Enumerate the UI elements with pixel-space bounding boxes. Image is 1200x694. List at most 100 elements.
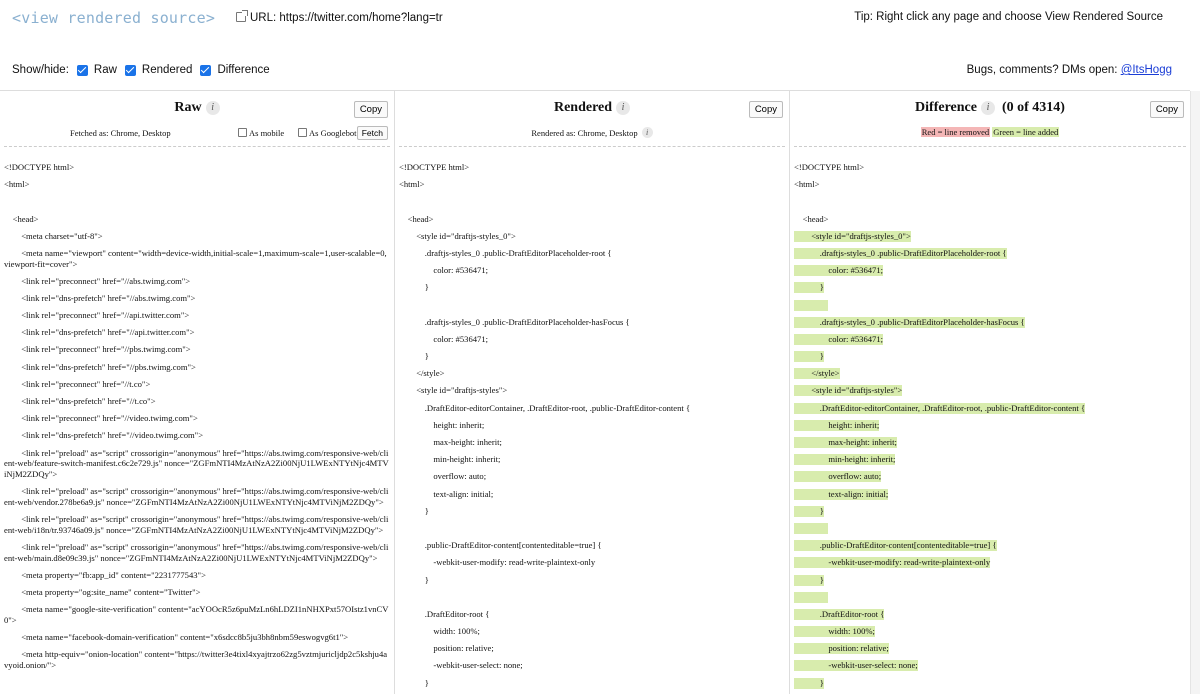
difference-toggle-label[interactable]: Difference bbox=[217, 64, 269, 76]
diff-legend: Red = line removed Green = line added bbox=[794, 127, 1186, 137]
code-line: <head> bbox=[4, 213, 39, 224]
code-line: color: #536471; bbox=[399, 333, 489, 344]
difference-title-text: Difference bbox=[915, 100, 977, 115]
code-line: </style> bbox=[399, 368, 445, 379]
code-line: } bbox=[794, 677, 824, 689]
code-line: } bbox=[399, 282, 429, 293]
as-googlebot-option[interactable]: As Googlebot bbox=[298, 128, 356, 138]
code-line: <html> bbox=[4, 179, 30, 190]
difference-checkbox[interactable] bbox=[200, 64, 212, 76]
code-line: .draftjs-styles_0 .public-DraftEditorPla… bbox=[794, 247, 1007, 259]
code-line: <!DOCTYPE html> bbox=[399, 162, 470, 172]
code-line: color: #536471; bbox=[399, 265, 489, 276]
show-hide-label: Show/hide: bbox=[12, 64, 69, 76]
raw-source-code: <!DOCTYPE html> <html> <head> <meta chars… bbox=[0, 147, 394, 670]
code-line: } bbox=[399, 677, 429, 688]
code-line: } bbox=[399, 574, 429, 585]
code-line: <!DOCTYPE html> bbox=[794, 162, 865, 172]
code-line: -webkit-user-select: none; bbox=[794, 660, 918, 672]
code-line: <html> bbox=[399, 179, 425, 190]
tip-text: Tip: Right click any page and choose Vie… bbox=[854, 11, 1163, 23]
code-line bbox=[794, 522, 828, 534]
code-line: -webkit-user-select: none; bbox=[399, 660, 523, 671]
code-line: } bbox=[794, 574, 824, 586]
legend-added: Green = line added bbox=[992, 127, 1060, 137]
raw-copy-button[interactable]: Copy bbox=[353, 101, 388, 118]
code-line: min-height: inherit; bbox=[399, 454, 501, 465]
raw-title-text: Raw bbox=[174, 100, 202, 115]
code-line: .public-DraftEditor-content[contentedita… bbox=[794, 540, 997, 552]
raw-toggle-label[interactable]: Raw bbox=[94, 64, 117, 76]
info-icon[interactable]: i bbox=[980, 101, 995, 115]
page-scrollbar[interactable] bbox=[1190, 91, 1200, 694]
rendered-title: Rendered i bbox=[399, 100, 785, 116]
rendered-title-text: Rendered bbox=[553, 100, 613, 115]
code-line: <link rel="preload" as="script" crossori… bbox=[4, 541, 389, 563]
difference-title: Difference i (0 of 4314) bbox=[794, 100, 1186, 116]
code-line: } bbox=[794, 351, 824, 363]
site-logo[interactable]: <view rendered source> bbox=[12, 9, 215, 27]
as-mobile-option[interactable]: As mobile bbox=[238, 128, 284, 138]
rendered-as-label: Rendered as: Chrome, Desktop i bbox=[399, 127, 785, 138]
code-line: } bbox=[399, 505, 429, 516]
difference-count: (0 of 4314) bbox=[1001, 100, 1065, 115]
code-line: <link rel="preconnect" href="//t.co"> bbox=[4, 378, 151, 389]
code-line: text-align: initial; bbox=[794, 488, 889, 500]
external-link-icon[interactable] bbox=[236, 10, 248, 22]
code-line: height: inherit; bbox=[794, 419, 880, 431]
difference-copy-button[interactable]: Copy bbox=[1149, 101, 1184, 118]
code-line: </style> bbox=[794, 368, 840, 380]
raw-pane: Raw i Copy Fetched as: Chrome, Desktop As… bbox=[0, 91, 395, 694]
rendered-copy-button[interactable]: Copy bbox=[748, 101, 783, 118]
code-line: position: relative; bbox=[794, 643, 889, 655]
code-line bbox=[794, 591, 828, 603]
info-icon[interactable]: i bbox=[616, 101, 631, 115]
code-line: <meta property="fb:app_id" content="2231… bbox=[4, 569, 206, 580]
code-line: <meta property="og:site_name" content="T… bbox=[4, 586, 201, 597]
info-icon[interactable]: i bbox=[205, 101, 220, 115]
bugs-text: Bugs, comments? DMs open: bbox=[966, 64, 1121, 76]
code-line: <link rel="preconnect" href="//api.twitt… bbox=[4, 310, 190, 321]
code-line: width: 100%; bbox=[399, 626, 480, 637]
rendered-as-text: Rendered as: Chrome, Desktop bbox=[531, 128, 638, 138]
code-line: } bbox=[399, 351, 429, 362]
code-line: max-height: inherit; bbox=[399, 437, 502, 447]
code-line: <link rel="dns-prefetch" href="//t.co"> bbox=[4, 396, 156, 407]
top-bar: <view rendered source> URL: https://twit… bbox=[0, 0, 1200, 90]
code-line: <link rel="preconnect" href="//abs.twimg… bbox=[4, 275, 191, 286]
code-line: <link rel="dns-prefetch" href="//abs.twi… bbox=[4, 292, 196, 303]
code-line: .draftjs-styles_0 .public-DraftEditorPla… bbox=[794, 316, 1025, 328]
code-line: <meta name="google-site-verification" co… bbox=[4, 603, 389, 625]
code-line: <head> bbox=[399, 213, 434, 224]
url-display: URL: https://twitter.com/home?lang=tr bbox=[236, 10, 443, 24]
code-line: <link rel="preload" as="script" crossori… bbox=[4, 513, 389, 535]
difference-pane-header: Difference i (0 of 4314) Copy Red = line … bbox=[794, 91, 1186, 147]
code-line: height: inherit; bbox=[399, 419, 485, 430]
rendered-checkbox[interactable] bbox=[124, 64, 136, 76]
code-line: <link rel="preload" as="script" crossori… bbox=[4, 486, 389, 507]
code-line: <meta charset="utf-8"> bbox=[4, 230, 103, 241]
as-mobile-checkbox[interactable] bbox=[238, 128, 247, 137]
code-line bbox=[794, 299, 828, 311]
twitter-handle-link[interactable]: @ItsHogg bbox=[1121, 64, 1172, 76]
info-icon[interactable]: i bbox=[641, 127, 653, 138]
fetched-as-label: Fetched as: Chrome, Desktop bbox=[70, 128, 171, 138]
code-line: .draftjs-styles_0 .public-DraftEditorPla… bbox=[399, 316, 630, 327]
code-line: } bbox=[794, 505, 824, 517]
rendered-toggle-label[interactable]: Rendered bbox=[142, 64, 193, 76]
code-line: min-height: inherit; bbox=[794, 454, 896, 466]
code-line: color: #536471; bbox=[794, 333, 884, 345]
fetch-button[interactable]: Fetch bbox=[356, 126, 388, 140]
code-line: .draftjs-styles_0 .public-DraftEditorPla… bbox=[399, 247, 612, 258]
as-googlebot-checkbox[interactable] bbox=[298, 128, 307, 137]
raw-checkbox[interactable] bbox=[76, 64, 88, 76]
code-line: <style id="draftjs-styles_0"> bbox=[794, 230, 911, 242]
code-line: <meta name="facebook-domain-verification… bbox=[4, 631, 349, 642]
code-line: overflow: auto; bbox=[794, 471, 882, 483]
